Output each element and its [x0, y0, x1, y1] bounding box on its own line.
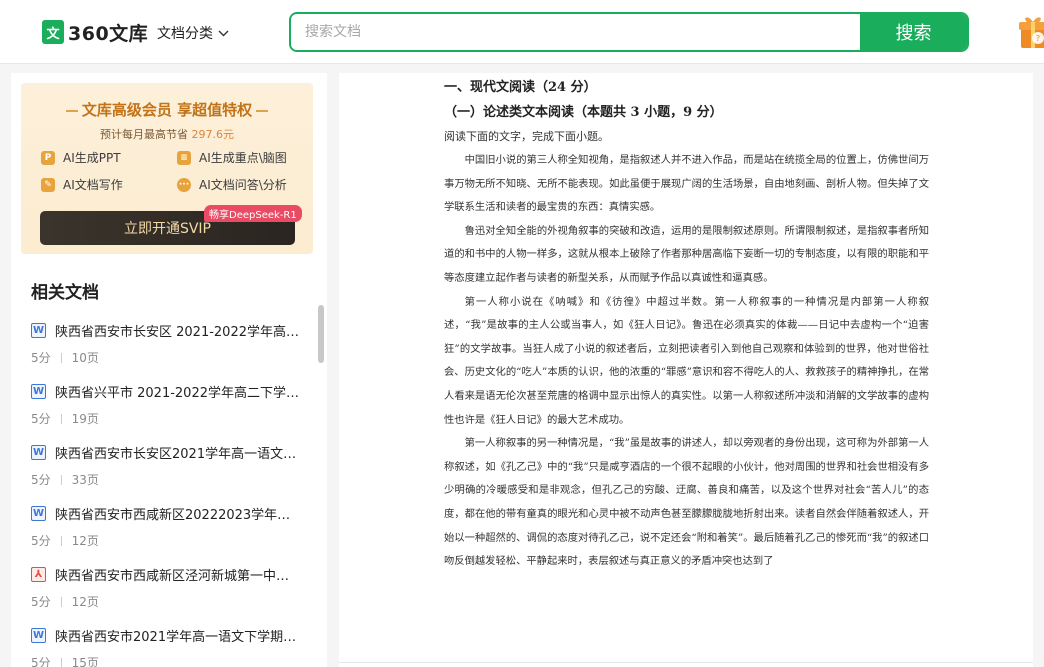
- paragraph: 鲁迅对全知全能的外视角叙事的突破和改造，运用的是限制叙述原则。所谓限制叙述，是指…: [444, 224, 929, 284]
- doc-pages: 12页: [71, 595, 99, 609]
- gift-icon[interactable]: ?: [1018, 14, 1044, 54]
- vip-title-text: 文库高级会员 享超值特权: [81, 101, 253, 119]
- doc-title[interactable]: 陕西省西安市西咸新区泾河新城第一中学语文试题: [55, 565, 299, 584]
- divider: [60, 413, 62, 424]
- search-bar: 搜索: [289, 12, 969, 52]
- search-button[interactable]: 搜索: [860, 14, 967, 50]
- pdf-doc-icon: ⅄: [31, 567, 46, 582]
- doc-score: 5分: [31, 595, 51, 609]
- doc-pages: 33页: [71, 473, 99, 487]
- title-dash-left: [65, 109, 78, 112]
- vip-savings-amount: 297.6元: [191, 128, 235, 141]
- logo-text: 360文库: [68, 22, 149, 45]
- doc-title[interactable]: 陕西省兴平市 2021-2022学年高二下学期期中考试语文试题: [55, 382, 299, 401]
- top-header: 文 360文库 文档分类 搜索 ?: [0, 0, 1044, 64]
- divider: [60, 352, 62, 363]
- list-item[interactable]: W 陕西省西安市2021学年高一语文下学期期末考试试题 5分 15页: [31, 626, 301, 667]
- vip-subtitle-prefix: 预计每月最高节省: [100, 128, 192, 141]
- paragraph: 第一人称小说在《呐喊》和《彷徨》中超过半数。第一人称叙事的一种情况是内部第一人称…: [444, 295, 929, 426]
- page-divider: [339, 662, 1033, 667]
- doc-pages: 19页: [71, 412, 99, 426]
- category-dropdown[interactable]: 文档分类: [157, 23, 229, 43]
- feature-label: AI生成重点\脑图: [199, 151, 287, 165]
- chat-icon: ···: [177, 177, 191, 192]
- chevron-down-icon: [218, 30, 229, 36]
- word-doc-icon: W: [31, 384, 46, 399]
- title-dash-right: [256, 109, 269, 112]
- paragraph: 第一人称叙事的另一种情况是，“我”虽是故事的讲述人，却以旁观者的身份出现，这可称…: [444, 437, 929, 568]
- vip-promo-card: 文库高级会员 享超值特权 预计每月最高节省 297.6元 P AI生成PPT ≡…: [21, 83, 313, 254]
- feature-label: AI文档写作: [63, 178, 123, 192]
- instructions: 阅读下面的文字，完成下面小题。: [444, 130, 609, 143]
- left-sidebar: 文库高级会员 享超值特权 预计每月最高节省 297.6元 P AI生成PPT ≡…: [11, 73, 327, 667]
- mindmap-icon: ≡: [177, 150, 191, 165]
- feature-ai-writing[interactable]: ✎ AI文档写作: [41, 176, 123, 193]
- list-item[interactable]: ⅄ 陕西省西安市西咸新区泾河新城第一中学语文试题 5分 12页: [31, 565, 301, 610]
- paragraph: 中国旧小说的第三人称全知视角，是指叙述人并不进入作品，而是站在统揽全局的位置上，…: [444, 154, 929, 214]
- doc-pages: 12页: [71, 534, 99, 548]
- site-logo[interactable]: 文 360文库: [42, 20, 149, 45]
- list-item[interactable]: W 陕西省西安市长安区 2021-2022学年高二下学期期中考试语文试题 5分 10…: [31, 321, 301, 366]
- feature-label: AI生成PPT: [63, 151, 121, 165]
- doc-title[interactable]: 陕西省西安市长安区 2021-2022学年高二下学期期中考试语文试题: [55, 321, 299, 340]
- section-heading: 一、现代文阅读（24 分）: [444, 80, 597, 95]
- doc-title[interactable]: 陕西省西安市西咸新区20222023学年高一上学期期末语文试题: [55, 504, 299, 523]
- list-item[interactable]: W 陕西省兴平市 2021-2022学年高二下学期期中考试语文试题 5分 19页: [31, 382, 301, 427]
- document-viewer: 一、现代文阅读（24 分） （一）论述类文本阅读（本题共 3 小题，9 分） 阅…: [339, 73, 1033, 667]
- feature-label: AI文档问答\分析: [199, 178, 287, 192]
- ppt-icon: P: [41, 150, 55, 165]
- document-page: 一、现代文阅读（24 分） （一）论述类文本阅读（本题共 3 小题，9 分） 阅…: [444, 77, 929, 574]
- search-input[interactable]: [291, 14, 860, 50]
- vip-title: 文库高级会员 享超值特权: [21, 99, 313, 120]
- divider: [60, 474, 62, 485]
- word-doc-icon: W: [31, 506, 46, 521]
- doc-score: 5分: [31, 473, 51, 487]
- doc-score: 5分: [31, 534, 51, 548]
- sidebar-scrollbar[interactable]: [318, 305, 324, 363]
- doc-score: 5分: [31, 351, 51, 365]
- subsection-heading: （一）论述类文本阅读（本题共 3 小题，9 分）: [444, 105, 723, 120]
- doc-title[interactable]: 陕西省西安市长安区2021学年高一语文下学期期末考试试题: [55, 443, 299, 462]
- divider: [60, 596, 62, 607]
- word-doc-icon: W: [31, 628, 46, 643]
- feature-ai-ppt[interactable]: P AI生成PPT: [41, 149, 121, 166]
- list-item[interactable]: W 陕西省西安市长安区2021学年高一语文下学期期末考试试题 5分 33页: [31, 443, 301, 488]
- divider: [60, 535, 62, 546]
- feature-ai-mindmap[interactable]: ≡ AI生成重点\脑图: [177, 149, 287, 166]
- category-label: 文档分类: [157, 26, 213, 42]
- pen-icon: ✎: [41, 177, 55, 192]
- doc-score: 5分: [31, 412, 51, 426]
- word-doc-icon: W: [31, 323, 46, 338]
- related-docs-title: 相关文档: [31, 283, 99, 303]
- doc-score: 5分: [31, 656, 51, 667]
- doc-pages: 10页: [71, 351, 99, 365]
- word-doc-icon: W: [31, 445, 46, 460]
- logo-mark: 文: [42, 20, 64, 44]
- vip-subtitle: 预计每月最高节省 297.6元: [21, 126, 313, 142]
- doc-title[interactable]: 陕西省西安市2021学年高一语文下学期期末考试试题: [55, 626, 299, 645]
- feature-ai-qa[interactable]: ··· AI文档问答\分析: [177, 176, 287, 193]
- divider: [60, 657, 62, 667]
- doc-pages: 15页: [71, 656, 99, 667]
- deepseek-badge: 畅享DeepSeek-R1: [204, 205, 302, 222]
- svg-text:?: ?: [1036, 34, 1040, 43]
- list-item[interactable]: W 陕西省西安市西咸新区20222023学年高一上学期期末语文试题 5分 12页: [31, 504, 301, 549]
